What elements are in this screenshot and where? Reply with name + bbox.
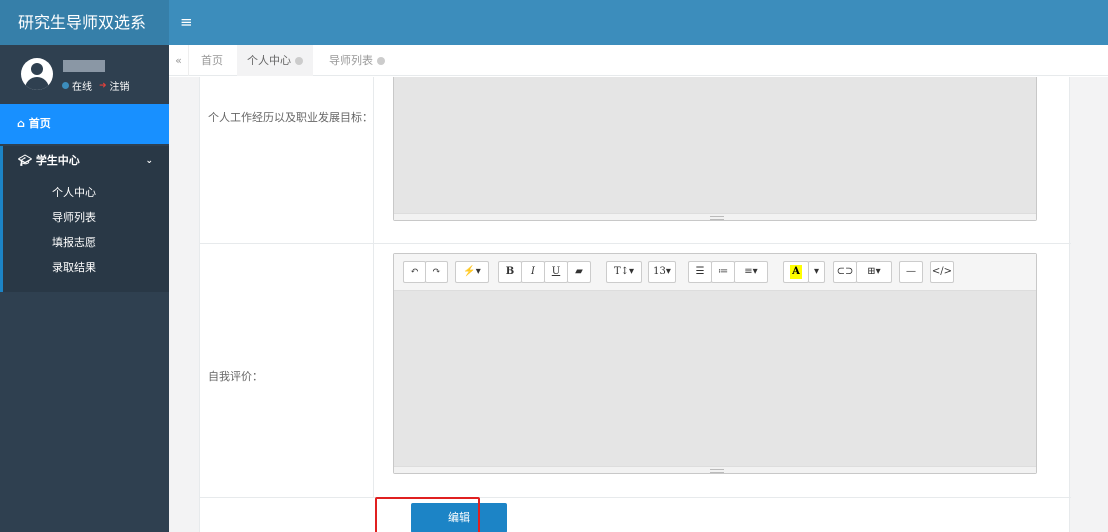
logout-icon[interactable]: ➜: [99, 81, 107, 91]
undo-icon[interactable]: ↶: [403, 261, 426, 283]
tab-profile-label: 个人中心: [247, 54, 291, 67]
online-label: 在线: [72, 82, 92, 93]
chevron-down-icon: ⌄: [145, 156, 153, 166]
user-status: 在线 ➜ 注销: [62, 78, 130, 93]
code-view-icon[interactable]: </>: [930, 261, 954, 283]
experience-label: 个人工作经历以及职业发展目标：: [208, 111, 373, 124]
sidebar-item-advisors[interactable]: 导师列表: [3, 205, 169, 230]
eraser-icon[interactable]: ▰: [567, 261, 591, 283]
link-icon[interactable]: ⊂⊃: [833, 261, 857, 283]
highlight-color-icon[interactable]: A: [783, 261, 809, 283]
form-row-experience: 个人工作经历以及职业发展目标：: [200, 77, 1071, 244]
sidebar-item-profile[interactable]: 个人中心: [3, 180, 169, 205]
home-icon: ⌂: [17, 117, 25, 130]
logout-link[interactable]: 注销: [110, 78, 130, 93]
close-tab-icon[interactable]: [295, 57, 303, 65]
app-title: 研究生导师双选系: [0, 0, 169, 45]
self-evaluation-label: 自我评价：: [208, 370, 263, 383]
bold-icon[interactable]: B: [498, 261, 522, 283]
sidebar-item-preferences[interactable]: 填报志愿: [3, 230, 169, 255]
font-size-value: 13: [653, 266, 666, 277]
resize-handle[interactable]: [394, 213, 1036, 220]
redo-icon[interactable]: ↷: [425, 261, 448, 283]
color-dropdown-icon[interactable]: ▾: [808, 261, 825, 283]
nav-group-title[interactable]: 🎓︎ 学生中心 ⌄: [3, 146, 169, 176]
self-evaluation-label-cell: 自我评价：: [200, 244, 374, 497]
editor-toolbar: ↶ ↷ ⚡▾ B I U ▰ T↕▾ 13▾ ☰ ≔ ≡▾ A ▾ ⊂⊃ ⊞▾: [394, 254, 1036, 291]
font-size-select[interactable]: 13▾: [648, 261, 676, 283]
avatar[interactable]: [21, 58, 53, 90]
magic-wand-icon[interactable]: ⚡▾: [455, 261, 489, 283]
top-bar: ≡: [169, 0, 1108, 45]
align-icon[interactable]: ≡▾: [734, 261, 768, 283]
form-row-self-evaluation: 自我评价： ↶ ↷ ⚡▾ B I U ▰ T↕▾ 13▾ ☰ ≔ ≡▾ A ▾: [200, 244, 1071, 498]
text-height-icon[interactable]: T↕▾: [606, 261, 642, 283]
user-panel: 在线 ➜ 注销: [0, 45, 169, 101]
tab-home-label: 首页: [201, 54, 223, 67]
tabs-scroll-left-icon[interactable]: «: [169, 45, 189, 76]
unordered-list-icon[interactable]: ☰: [688, 261, 712, 283]
tab-home[interactable]: 首页: [191, 45, 233, 76]
underline-icon[interactable]: U: [544, 261, 568, 283]
experience-label-cell: 个人工作经历以及职业发展目标：: [200, 77, 374, 243]
sidebar: 研究生导师双选系 在线 ➜ 注销 ⌂ 首页 🎓︎ 学生中心 ⌄ 个人中心 导师列…: [0, 0, 169, 532]
graduation-cap-icon: 🎓︎: [18, 154, 32, 167]
tab-advisors-label: 导师列表: [329, 54, 373, 67]
self-evaluation-editor[interactable]: ↶ ↷ ⚡▾ B I U ▰ T↕▾ 13▾ ☰ ≔ ≡▾ A ▾ ⊂⊃ ⊞▾: [393, 253, 1037, 474]
tab-profile[interactable]: 个人中心: [237, 45, 313, 76]
online-dot-icon: [62, 82, 69, 89]
menu-toggle-icon[interactable]: ≡: [180, 13, 193, 31]
content-area: 个人工作经历以及职业发展目标： 自我评价： ↶ ↷ ⚡▾ B I U ▰ T↕▾…: [169, 77, 1108, 532]
form-row-actions: 编辑: [200, 498, 1071, 532]
nav-home[interactable]: ⌂ 首页: [0, 104, 169, 144]
nav-group-label: 学生中心: [35, 154, 80, 167]
table-icon[interactable]: ⊞▾: [856, 261, 892, 283]
user-name: [63, 60, 105, 72]
resize-handle[interactable]: [394, 466, 1036, 473]
edit-button[interactable]: 编辑: [411, 503, 507, 532]
tab-bar: « 首页 个人中心 导师列表: [169, 45, 1108, 76]
ordered-list-icon[interactable]: ≔: [711, 261, 735, 283]
italic-icon[interactable]: I: [521, 261, 545, 283]
horizontal-rule-icon[interactable]: —: [899, 261, 923, 283]
close-tab-icon[interactable]: [377, 57, 385, 65]
nav-group-student: 🎓︎ 学生中心 ⌄ 个人中心 导师列表 填报志愿 录取结果: [0, 146, 169, 292]
nav-home-label: 首页: [28, 117, 51, 130]
tab-advisors[interactable]: 导师列表: [319, 45, 395, 76]
form-panel: 个人工作经历以及职业发展目标： 自我评价： ↶ ↷ ⚡▾ B I U ▰ T↕▾…: [199, 77, 1071, 532]
experience-editor[interactable]: [393, 77, 1037, 221]
sidebar-item-results[interactable]: 录取结果: [3, 255, 169, 280]
